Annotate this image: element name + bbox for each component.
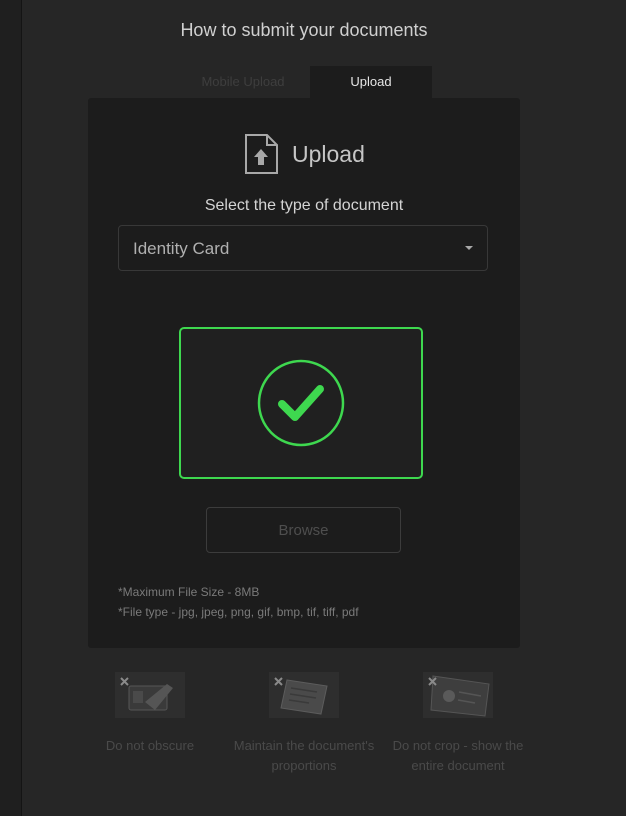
tip-label: Maintain the document's proportions	[233, 738, 375, 773]
document-type-value: Identity Card	[133, 239, 230, 258]
obscured-card-image	[115, 672, 185, 718]
tab-upload[interactable]: Upload	[310, 66, 432, 98]
cropped-document-image	[423, 672, 493, 718]
left-sidebar-strip	[0, 0, 22, 816]
upload-panel: Upload Select the type of document Ident…	[88, 98, 520, 648]
file-upload-icon	[245, 134, 278, 174]
upload-header: Upload	[244, 134, 365, 174]
tip-do-not-obscure: Do not obscure	[75, 672, 225, 756]
chevron-down-icon	[465, 246, 473, 250]
tip-maintain-proportions: Maintain the document's proportions	[229, 672, 379, 776]
tip-label: Do not crop - show the entire document	[392, 738, 524, 773]
file-type-note: *File type - jpg, jpeg, png, gif, bmp, t…	[118, 605, 359, 619]
check-circle-icon	[257, 359, 345, 447]
page-title: How to submit your documents	[180, 20, 428, 40]
file-size-note: *Maximum File Size - 8MB	[118, 585, 260, 599]
tip-label: Do not obscure	[105, 738, 195, 753]
tab-mobile-upload[interactable]: Mobile Upload	[176, 66, 310, 98]
document-type-label: Select the type of document	[204, 197, 404, 214]
tip-do-not-crop: Do not crop - show the entire document	[383, 672, 533, 776]
upload-method-tabs: Mobile Upload Upload	[176, 66, 432, 98]
browse-button[interactable]: Browse	[206, 507, 401, 553]
skewed-document-image	[269, 672, 339, 718]
upload-title: Upload	[292, 140, 365, 167]
document-type-select[interactable]: Identity Card	[118, 225, 488, 271]
upload-dropzone[interactable]	[179, 327, 423, 479]
